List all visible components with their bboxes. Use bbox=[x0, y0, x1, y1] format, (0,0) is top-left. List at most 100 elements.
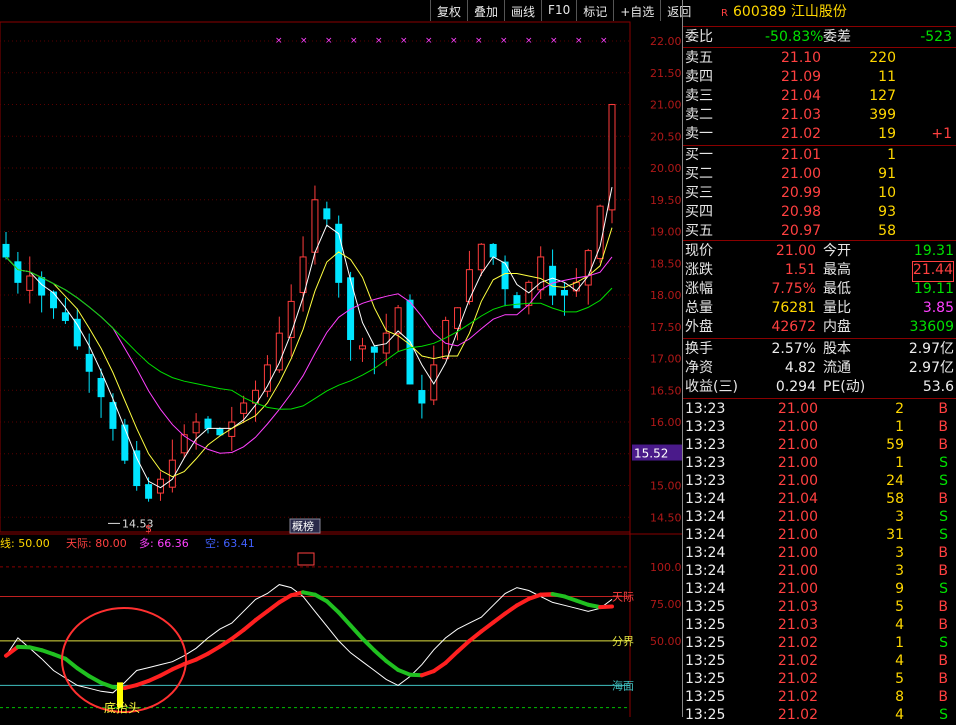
tick-time: 13:25 bbox=[685, 688, 725, 707]
toolbar-button-4[interactable]: 标记 bbox=[576, 0, 613, 21]
candle bbox=[431, 365, 437, 400]
candle bbox=[146, 485, 152, 499]
price-tick-label: 22.00 bbox=[650, 35, 682, 48]
bid-price: 20.98 bbox=[781, 203, 821, 222]
candle bbox=[585, 251, 591, 285]
signal-marker: × bbox=[425, 36, 433, 46]
tick-volume: 58 bbox=[886, 490, 904, 509]
indicator-trend-segment bbox=[6, 647, 18, 656]
signal-marker: × bbox=[450, 36, 458, 46]
tick-side: B bbox=[938, 616, 948, 635]
tick-volume: 4 bbox=[895, 706, 904, 725]
tick-volume: 2 bbox=[895, 400, 904, 419]
indicator-legend: 线: 50.00 bbox=[0, 536, 50, 550]
indicator-tick-label: 75.00 bbox=[650, 598, 682, 611]
tick-side: B bbox=[938, 598, 948, 617]
tick-time: 13:23 bbox=[685, 436, 725, 455]
tick-price: 21.02 bbox=[778, 670, 818, 689]
bid-price: 20.97 bbox=[781, 222, 821, 241]
candle bbox=[466, 270, 472, 302]
kline-chart[interactable]: 22.0021.5021.0020.5020.0019.5019.0018.50… bbox=[0, 0, 682, 717]
toolbar-button-5[interactable]: +自选 bbox=[613, 0, 660, 21]
indicator-trend-segment bbox=[244, 620, 256, 630]
toolbar-button-2[interactable]: 画线 bbox=[504, 0, 541, 21]
tick-time: 13:24 bbox=[685, 508, 725, 527]
price-tick-label: 16.50 bbox=[650, 384, 682, 397]
indicator-trend-segment bbox=[517, 599, 529, 606]
stat-value: 76281 bbox=[771, 299, 816, 318]
indicator-tick-label: 50.00 bbox=[650, 635, 682, 648]
fund-label: 换手 bbox=[685, 340, 713, 359]
candle bbox=[300, 257, 306, 293]
indicator-legend: 多: 66.36 bbox=[139, 536, 189, 550]
bid-volume: 1 bbox=[887, 146, 896, 165]
ask-price: 21.10 bbox=[781, 49, 821, 68]
tick-volume: 3 bbox=[895, 544, 904, 563]
candle bbox=[3, 244, 9, 257]
tick-side: S bbox=[939, 580, 948, 599]
stat-label: 涨跌 bbox=[685, 261, 713, 280]
candle bbox=[27, 276, 33, 290]
signal-marker: × bbox=[350, 36, 358, 46]
stat-value: 3.85 bbox=[923, 299, 954, 318]
stat-value: 19.11 bbox=[914, 280, 954, 299]
tick-volume: 9 bbox=[895, 580, 904, 599]
indicator-legend: 空: 63.41 bbox=[205, 536, 255, 550]
candle bbox=[264, 365, 270, 391]
fund-label: PE(动) bbox=[823, 378, 865, 397]
stock-title: 600389 江山股份 bbox=[733, 3, 847, 22]
peak-marker bbox=[298, 553, 314, 565]
tick-volume: 1 bbox=[895, 418, 904, 437]
tick-time: 13:23 bbox=[685, 472, 725, 491]
tick-time: 13:25 bbox=[685, 706, 725, 725]
fund-label: 流通 bbox=[823, 359, 851, 378]
current-price-label: 15.52 bbox=[634, 447, 668, 461]
indicator-trend-segment bbox=[208, 647, 220, 654]
indicator-trend-segment bbox=[339, 612, 351, 625]
candle bbox=[62, 313, 68, 321]
tick-side: B bbox=[938, 436, 948, 455]
toolbar-button-3[interactable]: F10 bbox=[541, 0, 576, 21]
tick-volume: 5 bbox=[895, 670, 904, 689]
candle bbox=[395, 308, 401, 334]
ma-magenta-line bbox=[6, 257, 612, 453]
overlay-label: $ bbox=[145, 522, 152, 535]
toolbar-button-0[interactable]: 复权 bbox=[430, 0, 467, 21]
indicator-trend-segment bbox=[65, 659, 77, 668]
tick-time: 13:25 bbox=[685, 652, 725, 671]
fund-label: 收益(三) bbox=[685, 378, 738, 397]
tick-side: S bbox=[939, 508, 948, 527]
tick-side: S bbox=[939, 634, 948, 653]
stat-label: 涨幅 bbox=[685, 280, 713, 299]
signal-marker: × bbox=[275, 36, 283, 46]
tick-volume: 1 bbox=[895, 634, 904, 653]
stat-value: 7.75% bbox=[772, 280, 816, 299]
stock-flag: R bbox=[721, 4, 728, 23]
indicator-trend-segment bbox=[160, 669, 172, 675]
quote-panel: R 600389 江山股份 委比 -50.83% 委差 -523 卖五21.10… bbox=[682, 0, 956, 717]
stat-value: 42672 bbox=[771, 318, 816, 337]
tick-side: B bbox=[938, 490, 948, 509]
chart-canvas[interactable]: 22.0021.5021.0020.5020.0019.5019.0018.50… bbox=[0, 0, 682, 717]
tick-price: 21.04 bbox=[778, 490, 818, 509]
tick-side: B bbox=[938, 670, 948, 689]
indicator-trend-segment bbox=[89, 676, 101, 683]
tick-side: S bbox=[939, 472, 948, 491]
toolbar-button-1[interactable]: 叠加 bbox=[467, 0, 504, 21]
ask-volume: 399 bbox=[869, 106, 896, 125]
indicator-trend-segment bbox=[327, 601, 339, 612]
tick-side: S bbox=[939, 706, 948, 725]
tick-time: 13:25 bbox=[685, 616, 725, 635]
indicator-trend-segment bbox=[600, 607, 612, 608]
highlight-circle bbox=[62, 608, 186, 712]
tick-side: B bbox=[938, 544, 948, 563]
candle bbox=[122, 425, 128, 460]
price-tick-label: 18.00 bbox=[650, 289, 682, 302]
tick-time: 13:25 bbox=[685, 670, 725, 689]
candle bbox=[514, 296, 520, 308]
candle bbox=[312, 200, 318, 252]
stat-value: 1.51 bbox=[785, 261, 816, 280]
indicator-trend-segment bbox=[505, 605, 517, 613]
candle bbox=[51, 292, 57, 308]
tick-time: 13:23 bbox=[685, 400, 725, 419]
